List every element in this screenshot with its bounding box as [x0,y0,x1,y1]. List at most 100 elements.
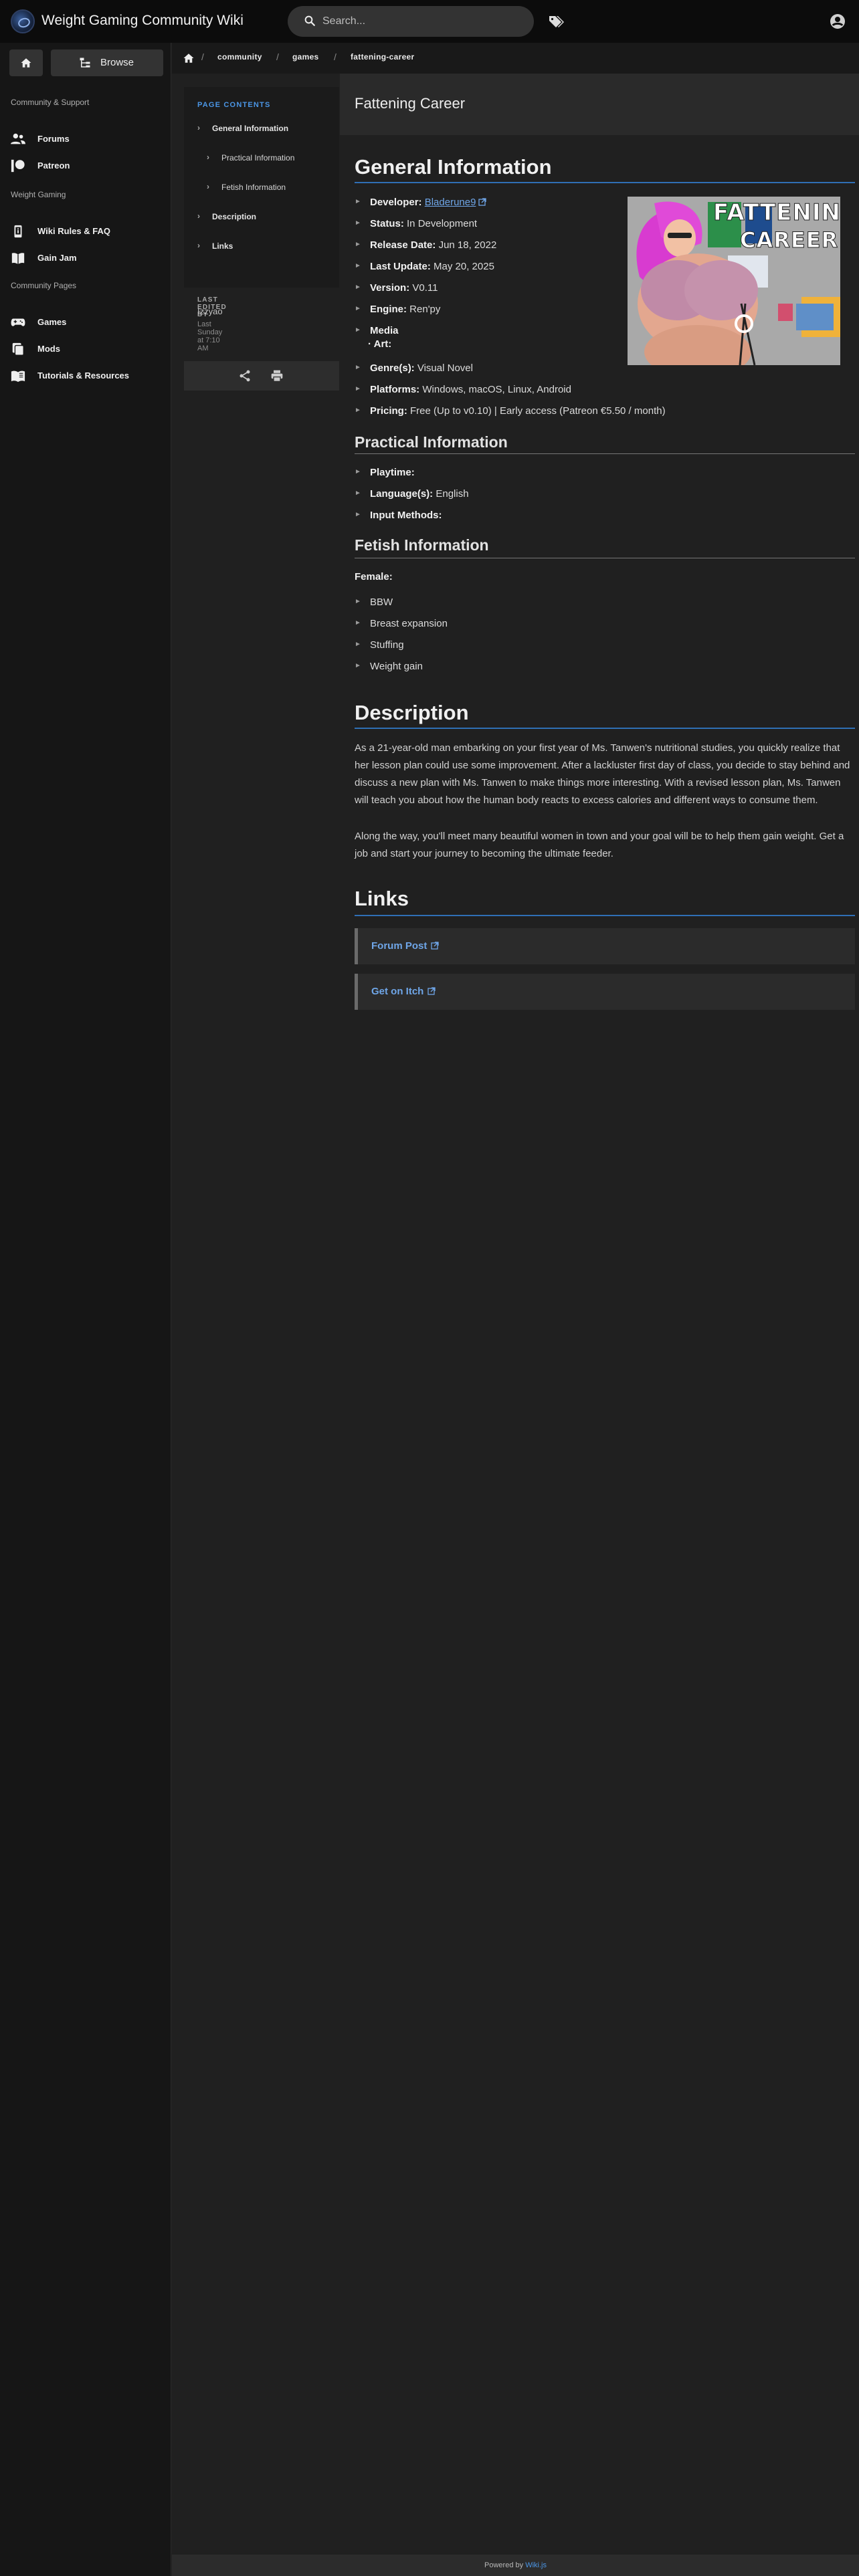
breadcrumb-home-icon[interactable] [183,52,195,64]
info-value: Visual Novel [417,362,473,374]
bullet-arrow-icon: ► [355,385,361,393]
breadcrumb-separator: / [276,51,279,62]
sidebar-item-gain-jam[interactable]: Gain Jam [11,249,165,267]
developer-link[interactable]: Bladerune9 [425,197,476,208]
toc-item-label: Links [212,241,233,251]
account-icon[interactable] [830,13,846,29]
info-label: Pricing: [370,405,407,417]
sidebar-item-label: Wiki Rules & FAQ [37,226,110,236]
info-value: Ren'py [409,304,441,315]
description-paragraph: Along the way, you'll meet many beautifu… [355,831,844,859]
search-box[interactable] [288,6,534,37]
bullet-arrow-icon: ► [355,407,361,414]
info-value: Free (Up to v0.10) | Early access (Patre… [410,405,666,417]
book-icon [11,253,25,265]
heading-general-information: General Information [355,155,552,179]
page-title-bar: Fattening Career [340,74,859,135]
toc-item-label: Practical Information [221,153,295,163]
info-label: Developer: [370,197,422,208]
sidebar-section-community-pages: Community Pages [11,281,77,290]
heading-rule [355,182,855,183]
sidebar-item-label: Gain Jam [37,253,77,263]
chevron-right-icon: › [197,241,200,250]
sidebar-item-mods[interactable]: Mods [11,340,165,358]
print-icon[interactable] [270,369,284,383]
sidebar-item-label: Mods [37,344,60,354]
footer-link[interactable]: Wiki.js [525,2561,547,2569]
bullet-arrow-icon: ► [355,598,361,605]
breadcrumb-separator: / [334,51,337,62]
page-contents-panel: PAGE CONTENTS › General Information › Pr… [184,87,339,288]
search-icon [304,15,315,26]
sidebar-item-tutorials[interactable]: Tutorials & Resources [11,366,165,385]
tags-icon[interactable] [547,13,565,29]
toc-item-label: Fetish Information [221,183,286,192]
phone-info-icon [14,225,22,238]
female-label: Female: [355,571,393,582]
heading-rule [355,453,855,454]
info-label: Version: [370,282,410,294]
info-label: Engine: [370,304,407,315]
bullet-arrow-icon: ► [355,241,361,248]
search-input[interactable] [322,13,523,29]
bullet-arrow-icon: ► [355,619,361,627]
app-title[interactable]: Weight Gaming Community Wiki [41,13,244,29]
info-value: May 20, 2025 [434,261,494,272]
mods-icon [12,342,24,356]
info-label: Language(s): [370,488,434,500]
breadcrumb-item-current[interactable]: fattening-career [351,52,415,62]
share-icon[interactable] [238,369,252,383]
breadcrumb-item-games[interactable]: games [292,52,319,62]
site-logo-icon[interactable] [11,9,35,33]
heading-fetish-information: Fetish Information [355,536,489,554]
info-label: Input Methods: [370,510,442,521]
bullet-arrow-icon: ► [355,326,361,334]
info-value: In Development [407,218,478,229]
browse-button[interactable]: Browse [51,49,163,76]
game-cover-image[interactable]: FATTENING CAREER [628,197,840,365]
breadcrumb: / community / games / fattening-career [172,43,859,74]
bullet-arrow-icon: ► [355,468,361,475]
footer: Powered by Wiki.js [172,2555,859,2576]
link-label: Get on Itch [371,986,424,997]
sidebar-item-patreon[interactable]: Patreon [11,156,165,175]
breadcrumb-item-community[interactable]: community [217,52,262,62]
sidebar-item-label: Tutorials & Resources [37,370,130,381]
sidebar-item-wiki-rules[interactable]: Wiki Rules & FAQ [11,222,165,241]
bullet-arrow-icon: ► [355,219,361,227]
info-value: Windows, macOS, Linux, Android [422,384,571,395]
bullet-arrow-icon: ► [355,305,361,312]
toc-item-label: Description [212,212,257,221]
sidebar-section-community: Community & Support [11,98,90,107]
info-label: Playtime: [370,467,415,478]
sidebar-item-forums[interactable]: Forums [11,130,165,148]
info-art-label: · Art: [368,338,392,350]
link-forum-post[interactable]: Forum Post [355,928,855,964]
chevron-right-icon: › [197,123,200,132]
bullet-arrow-icon: ► [355,641,361,648]
info-label: Status: [370,218,404,229]
heading-description: Description [355,701,469,724]
bullet-arrow-icon: ► [355,198,361,205]
cover-text-line-2: CAREER [739,227,839,253]
heading-links: Links [355,887,409,910]
bullet-arrow-icon: ► [355,511,361,518]
left-sidebar: Browse Community & Support Forums Patreo… [0,43,171,2576]
external-link-icon [478,198,487,206]
page-title: Fattening Career [355,95,466,112]
heading-rule [355,915,855,916]
toc-item-label: General Information [212,124,289,133]
book-open-icon [11,370,25,383]
link-get-on-itch[interactable]: Get on Itch [355,974,855,1010]
browse-label: Browse [100,57,134,68]
description-paragraph: As a 21-year-old man embarking on your f… [355,742,850,806]
last-edited-time: Last Sunday at 7:10 AM [197,320,223,352]
last-edited-user[interactable]: Izzyao [197,306,223,316]
info-value: Jun 18, 2022 [438,239,497,251]
sidebar-item-games[interactable]: Games [11,313,165,332]
footer-text: Powered by [484,2561,524,2569]
bullet-arrow-icon: ► [355,490,361,497]
info-label: Release Date: [370,239,436,251]
patreon-icon [11,159,25,173]
home-button[interactable] [9,49,43,76]
